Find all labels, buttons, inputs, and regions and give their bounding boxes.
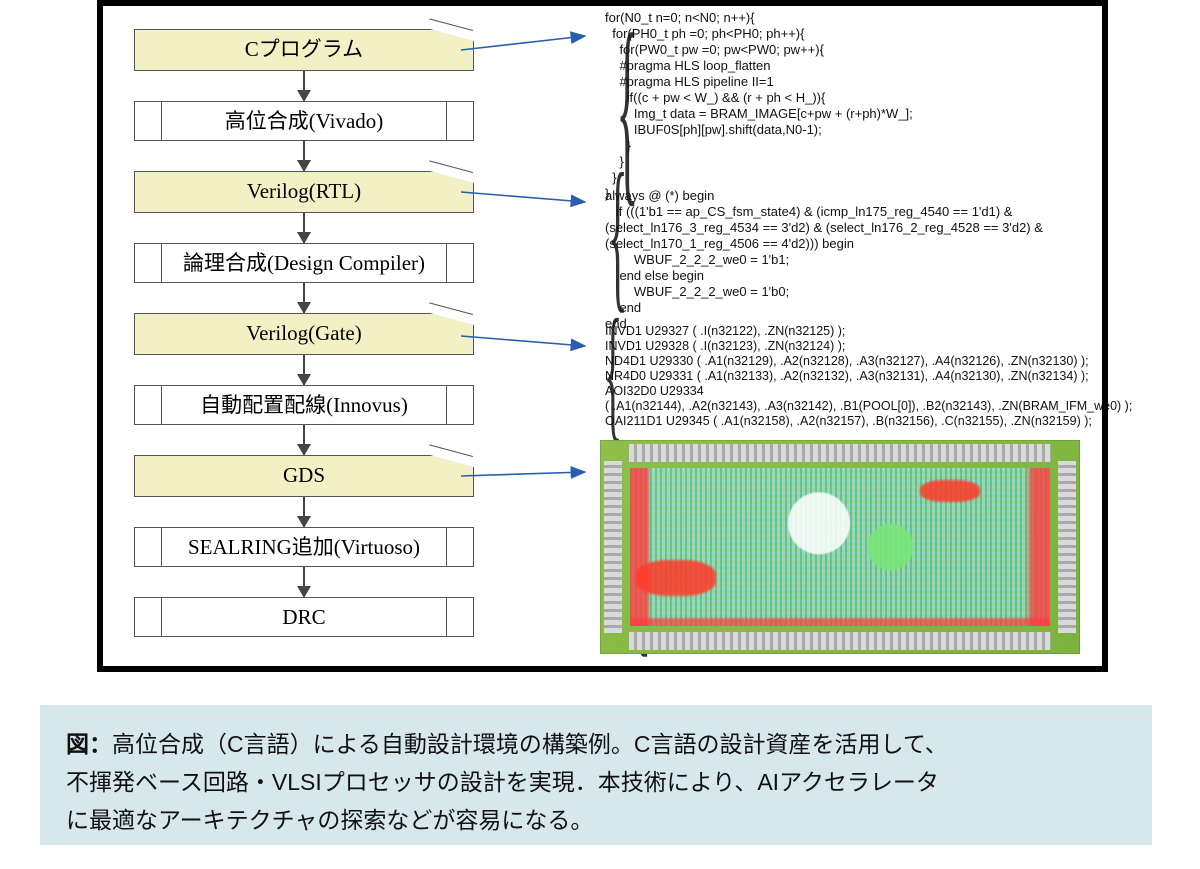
- step-label: Cプログラム: [245, 37, 363, 61]
- step-label: 高位合成(Vivado): [225, 109, 384, 133]
- flow-arrow: [303, 283, 305, 313]
- code-c-program: for(N0_t n=0; n<N0; n++){ for(PH0_t ph =…: [605, 10, 913, 202]
- step-verilog-rtl: Verilog(RTL): [134, 171, 474, 213]
- caption-prefix: 図：: [66, 731, 112, 757]
- flow-arrow: [303, 71, 305, 101]
- flow-arrow: [303, 425, 305, 455]
- gds-layout-image: [600, 440, 1080, 654]
- caption-line-3: に最適なアーキテクチャの探索などが容易になる。: [66, 801, 1126, 839]
- code-verilog-rtl: always @ (*) begin if (((1'b1 == ap_CS_f…: [605, 188, 1043, 332]
- step-c-program: Cプログラム: [134, 29, 474, 71]
- flow-arrow: [303, 141, 305, 171]
- code-verilog-gate: INVD1 U29327 ( .I(n32122), .ZN(n32125) )…: [605, 324, 1132, 429]
- step-label: Verilog(RTL): [247, 179, 361, 203]
- diagram-frame: Cプログラム 高位合成(Vivado) Verilog(RTL) 論理合成(De…: [97, 0, 1108, 672]
- step-hls-vivado: 高位合成(Vivado): [134, 101, 474, 141]
- step-verilog-gate: Verilog(Gate): [134, 313, 474, 355]
- flow-arrow: [303, 213, 305, 243]
- flow-arrow: [303, 497, 305, 527]
- step-logic-synth: 論理合成(Design Compiler): [134, 243, 474, 283]
- step-pnr-innovus: 自動配置配線(Innovus): [134, 385, 474, 425]
- flow-arrow: [303, 355, 305, 385]
- flow-column: Cプログラム 高位合成(Vivado) Verilog(RTL) 論理合成(De…: [119, 29, 489, 637]
- step-label: Verilog(Gate): [246, 321, 361, 345]
- step-label: SEALRING追加(Virtuoso): [188, 535, 420, 559]
- step-label: GDS: [283, 463, 325, 487]
- flow-arrow: [303, 567, 305, 597]
- step-drc: DRC: [134, 597, 474, 637]
- caption-line-1: 図：高位合成（C言語）による自動設計環境の構築例。C言語の設計資産を活用して、: [66, 725, 1126, 763]
- caption-text: 高位合成（C言語）による自動設計環境の構築例。C言語の設計資産を活用して、: [112, 731, 948, 757]
- step-label: 論理合成(Design Compiler): [183, 251, 425, 275]
- step-gds: GDS: [134, 455, 474, 497]
- figure-caption: 図：高位合成（C言語）による自動設計環境の構築例。C言語の設計資産を活用して、 …: [40, 705, 1152, 845]
- step-sealring: SEALRING追加(Virtuoso): [134, 527, 474, 567]
- step-label: 自動配置配線(Innovus): [200, 393, 408, 417]
- step-label: DRC: [282, 605, 325, 629]
- caption-line-2: 不揮発ベース回路・VLSIプロセッサの設計を実現．本技術により、AIアクセラレー…: [66, 763, 1126, 801]
